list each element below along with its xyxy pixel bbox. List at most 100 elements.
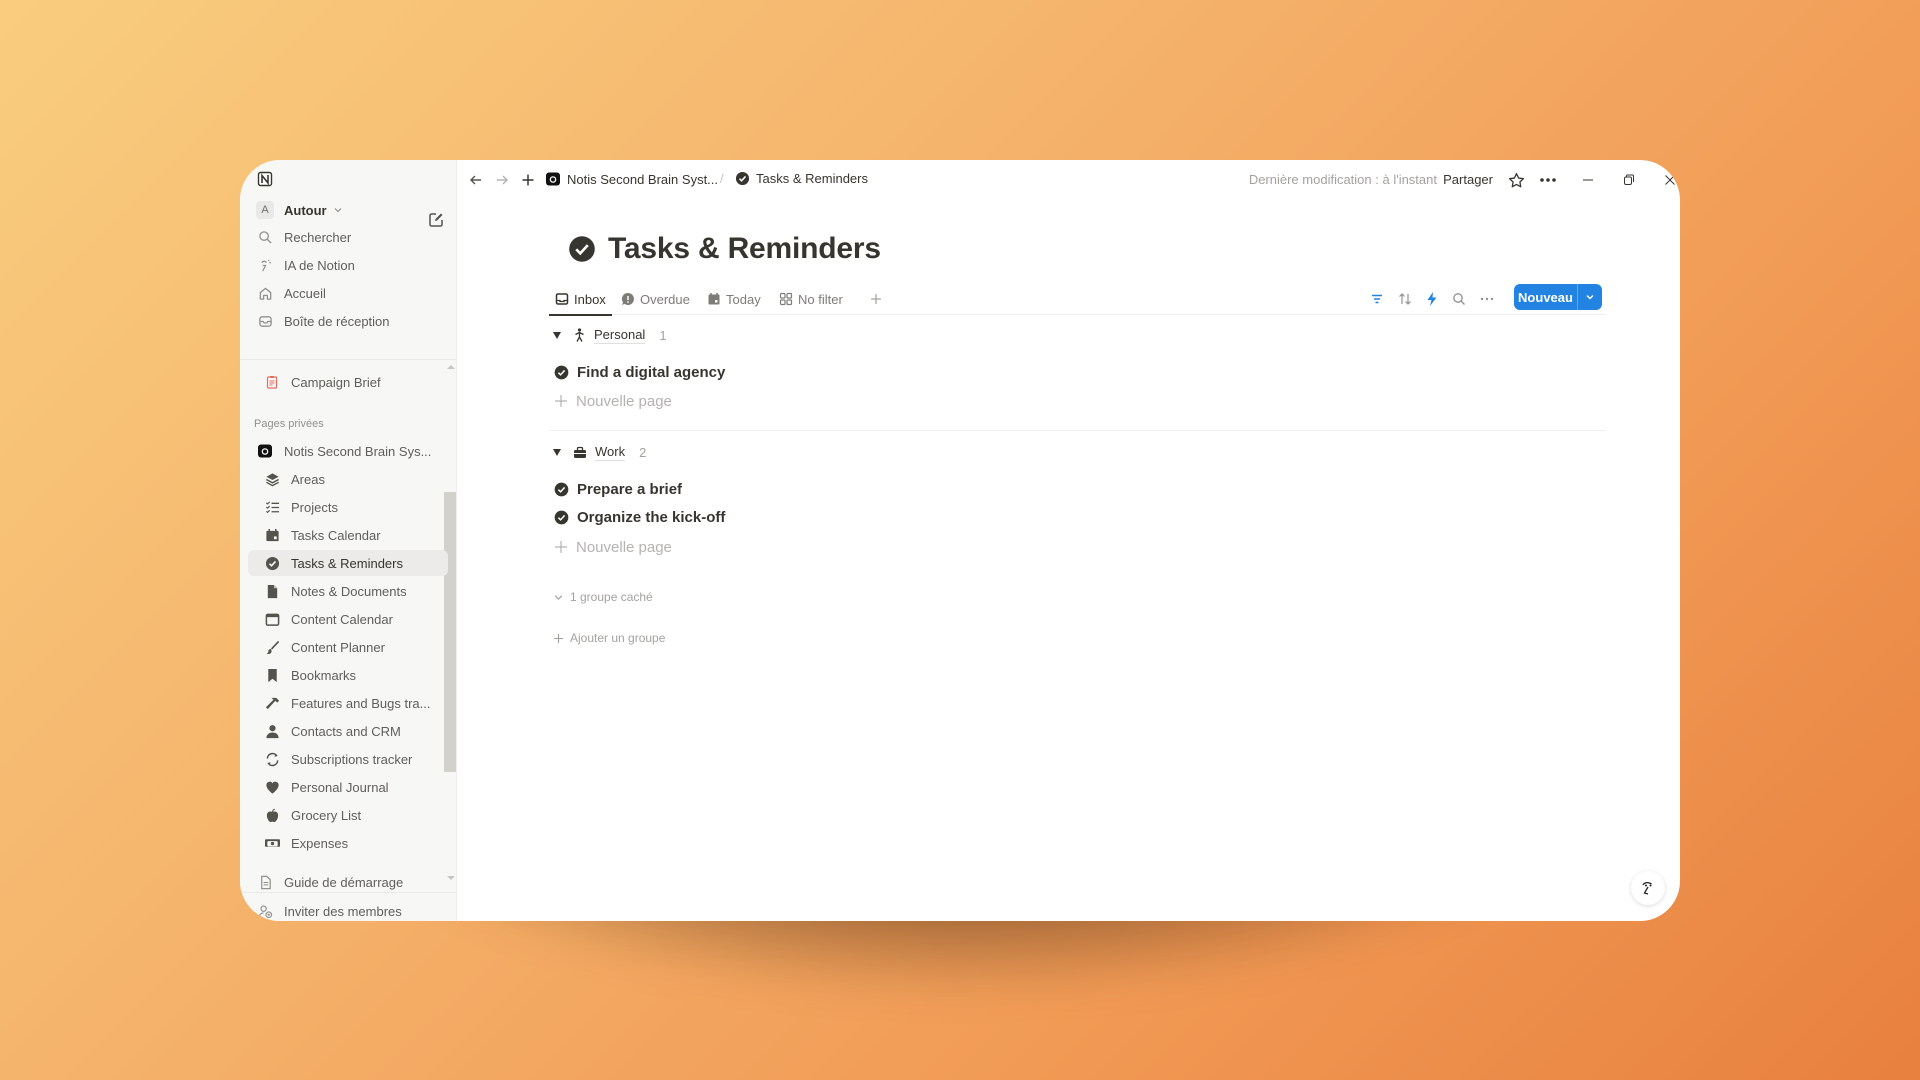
task-title: Prepare a brief	[577, 480, 683, 498]
notion-logo-icon[interactable]	[257, 171, 273, 187]
sidebar-item-campaign-brief[interactable]: Campaign Brief	[248, 369, 448, 395]
filter-icon[interactable]	[1365, 287, 1389, 311]
refresh-icon	[263, 750, 281, 768]
walking-person-icon	[573, 328, 586, 342]
sidebar-item-root-page[interactable]: Notis Second Brain Sys...	[248, 438, 448, 464]
check-circle-icon	[554, 365, 569, 380]
group-header-work[interactable]: Work 2	[553, 442, 646, 462]
group-header-personal[interactable]: Personal 1	[553, 325, 667, 345]
automation-bolt-icon[interactable]	[1420, 287, 1444, 311]
sidebar-item-contacts-and-crm[interactable]: Contacts and CRM	[248, 718, 448, 744]
sidebar-item-tasks-reminders[interactable]: Tasks & Reminders	[248, 550, 448, 576]
check-circle-icon[interactable]	[568, 235, 596, 263]
plus-icon	[553, 633, 564, 644]
group-count: 1	[659, 327, 667, 343]
sidebar-item-label: Grocery List	[291, 807, 362, 823]
sidebar-item-search[interactable]: Rechercher	[248, 224, 448, 250]
tab-label: No filter	[798, 291, 843, 307]
sidebar-item-content-calendar[interactable]: Content Calendar	[248, 606, 448, 632]
share-button[interactable]: Partager	[1443, 172, 1493, 187]
page-icon	[256, 873, 274, 891]
sort-icon[interactable]	[1393, 287, 1417, 311]
task-item[interactable]: Prepare a brief	[554, 477, 682, 501]
sidebar-item-expenses[interactable]: Expenses	[248, 830, 448, 856]
tab-overdue[interactable]: Overdue	[615, 283, 696, 315]
more-options-icon[interactable]	[1538, 170, 1558, 190]
document-icon	[263, 582, 281, 600]
money-icon	[263, 834, 281, 852]
alert-bubble-icon	[621, 292, 635, 306]
sidebar-item-label: Campaign Brief	[291, 374, 381, 390]
breadcrumb-item-root[interactable]: Notis Second Brain Syst...	[545, 171, 718, 187]
calendar-filled-icon	[707, 292, 721, 306]
add-group-button[interactable]: Ajouter un groupe	[553, 631, 665, 645]
tab-label: Inbox	[574, 291, 606, 307]
scroll-down-arrow[interactable]	[447, 876, 455, 880]
plus-icon	[554, 394, 568, 408]
hidden-groups-toggle[interactable]: 1 groupe caché	[553, 590, 653, 604]
more-options-icon[interactable]	[1475, 287, 1499, 311]
breadcrumb-item-current[interactable]: Tasks & Reminders	[735, 171, 868, 186]
sidebar-item-features-and-bugs-tra[interactable]: Features and Bugs tra...	[248, 690, 448, 716]
sidebar: A Autour Rechercher IA de Notion Accueil…	[240, 160, 457, 921]
heart-icon	[263, 778, 281, 796]
task-item[interactable]: Find a digital agency	[554, 360, 725, 384]
tab-no-filter[interactable]: No filter	[773, 283, 849, 315]
calendar-filled-icon	[263, 526, 281, 544]
workspace-name: Autour	[284, 202, 327, 218]
sidebar-item-tasks-calendar[interactable]: Tasks Calendar	[248, 522, 448, 548]
check-circle-icon	[554, 482, 569, 497]
add-view-button[interactable]	[863, 283, 889, 315]
grid-icon	[779, 292, 793, 306]
new-tab-plus-icon[interactable]	[519, 171, 537, 189]
notion-ai-icon	[256, 256, 274, 274]
sidebar-item-notes-documents[interactable]: Notes & Documents	[248, 578, 448, 604]
workspace-switcher[interactable]: A Autour	[248, 197, 448, 223]
sidebar-item-bookmarks[interactable]: Bookmarks	[248, 662, 448, 688]
restore-icon[interactable]	[1619, 170, 1639, 190]
tab-label: Today	[726, 291, 761, 307]
camera-icon	[256, 442, 274, 460]
sidebar-item-content-planner[interactable]: Content Planner	[248, 634, 448, 660]
sidebar-item-projects[interactable]: Projects	[248, 494, 448, 520]
collapse-triangle-icon[interactable]	[553, 448, 561, 456]
page-title-text[interactable]: Tasks & Reminders	[608, 232, 881, 266]
sidebar-item-areas[interactable]: Areas	[248, 466, 448, 492]
new-page-button[interactable]: Nouvelle page	[554, 535, 672, 559]
notion-ai-help-button[interactable]	[1631, 871, 1665, 905]
sidebar-item-subscriptions-tracker[interactable]: Subscriptions tracker	[248, 746, 448, 772]
search-icon[interactable]	[1447, 287, 1471, 311]
sidebar-item-inbox[interactable]: Boîte de réception	[248, 308, 448, 334]
sidebar-item-label: Personal Journal	[291, 779, 389, 795]
star-icon[interactable]	[1506, 170, 1526, 190]
tab-today[interactable]: Today	[701, 283, 767, 315]
group-divider	[549, 430, 1606, 431]
forward-arrow-icon[interactable]	[493, 171, 511, 189]
sidebar-item-personal-journal[interactable]: Personal Journal	[248, 774, 448, 800]
minimize-icon[interactable]	[1578, 170, 1598, 190]
sidebar-item-home[interactable]: Accueil	[248, 280, 448, 306]
invite-members-button[interactable]: Inviter des membres	[248, 898, 448, 921]
back-arrow-icon[interactable]	[467, 171, 485, 189]
group-count: 2	[639, 444, 647, 460]
sidebar-item-label: IA de Notion	[284, 257, 355, 273]
new-button-label[interactable]: Nouveau	[1514, 284, 1578, 310]
task-item[interactable]: Organize the kick-off	[554, 505, 725, 529]
sidebar-item-notion-ai[interactable]: IA de Notion	[248, 252, 448, 278]
checklist-icon	[263, 498, 281, 516]
new-page-button[interactable]: Nouvelle page	[554, 389, 672, 413]
new-button[interactable]: Nouveau	[1514, 284, 1602, 310]
close-icon[interactable]	[1660, 170, 1680, 190]
new-page-label: Nouvelle page	[576, 392, 672, 410]
workspace-avatar: A	[256, 201, 274, 219]
add-group-label: Ajouter un groupe	[570, 631, 666, 645]
tab-inbox[interactable]: Inbox	[549, 283, 612, 316]
chevron-down-icon[interactable]	[1578, 284, 1602, 310]
collapse-triangle-icon[interactable]	[553, 331, 561, 339]
check-circle-icon	[263, 554, 281, 572]
sidebar-item-label: Subscriptions tracker	[291, 751, 413, 767]
sidebar-item-label: Content Calendar	[291, 611, 393, 627]
sidebar-item-grocery-list[interactable]: Grocery List	[248, 802, 448, 828]
scroll-up-arrow[interactable]	[447, 365, 455, 369]
group-name: Personal	[594, 326, 646, 344]
